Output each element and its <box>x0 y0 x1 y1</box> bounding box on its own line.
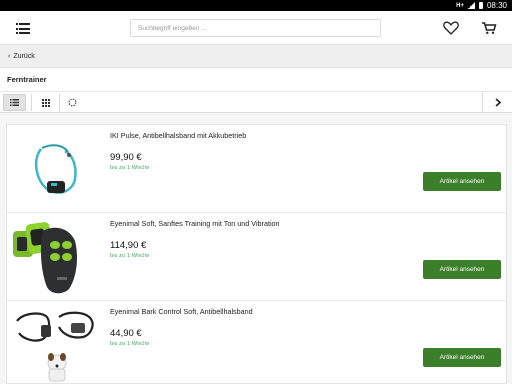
view-article-button[interactable]: Artikel ansehen <box>423 348 501 367</box>
grid-view-icon[interactable] <box>34 94 57 111</box>
chevron-right-icon[interactable] <box>482 92 512 113</box>
product-image <box>13 131 103 207</box>
list-view-icon[interactable] <box>3 94 26 111</box>
search-input[interactable] <box>130 19 381 37</box>
product-list: IKI Pulse, Antibellhalsband mit Akkubetr… <box>6 124 507 384</box>
view-article-button[interactable]: Artikel ansehen <box>423 260 501 279</box>
shopping-cart-icon[interactable] <box>481 21 497 35</box>
availability-text: bis zu 1 Woche <box>110 341 150 347</box>
list-item[interactable]: Eyenimal Soft, Sanftes Training mit Ton … <box>7 213 506 301</box>
product-name[interactable]: IKI Pulse, Antibellhalsband mit Akkubetr… <box>110 131 246 140</box>
list-item[interactable]: Eyenimal Bark Control Soft, Antibellhals… <box>7 301 506 384</box>
back-link[interactable]: ‹ Zurück <box>0 45 512 68</box>
category-title: Ferntrainer <box>0 68 512 92</box>
hamburger-menu-icon[interactable] <box>16 23 30 34</box>
chevron-left-icon: ‹ <box>8 53 11 60</box>
product-price: 44,90 € <box>110 328 142 339</box>
view-toolbar <box>0 92 512 113</box>
product-name[interactable]: Eyenimal Soft, Sanftes Training mit Ton … <box>110 219 280 228</box>
divider <box>59 94 60 111</box>
product-price: 114,90 € <box>110 240 147 251</box>
status-bar: H+ 08:30 <box>0 0 512 11</box>
availability-text: bis zu 1 Woche <box>110 165 150 171</box>
heart-icon[interactable] <box>443 21 459 35</box>
clock: 08:30 <box>486 1 507 10</box>
top-bar <box>0 11 512 45</box>
network-indicator: H+ <box>456 2 464 9</box>
product-price: 99,90 € <box>110 152 142 163</box>
product-image <box>13 219 103 295</box>
product-image <box>13 307 103 383</box>
view-article-button[interactable]: Artikel ansehen <box>423 172 501 191</box>
battery-icon <box>478 2 483 9</box>
filter-icon[interactable] <box>61 94 84 111</box>
divider <box>31 94 32 111</box>
product-name[interactable]: Eyenimal Bark Control Soft, Antibellhals… <box>110 307 253 316</box>
signal-icon <box>467 2 475 9</box>
list-item[interactable]: IKI Pulse, Antibellhalsband mit Akkubetr… <box>7 125 506 213</box>
back-label: Zurück <box>13 53 35 60</box>
availability-text: bis zu 1 Woche <box>110 253 150 259</box>
